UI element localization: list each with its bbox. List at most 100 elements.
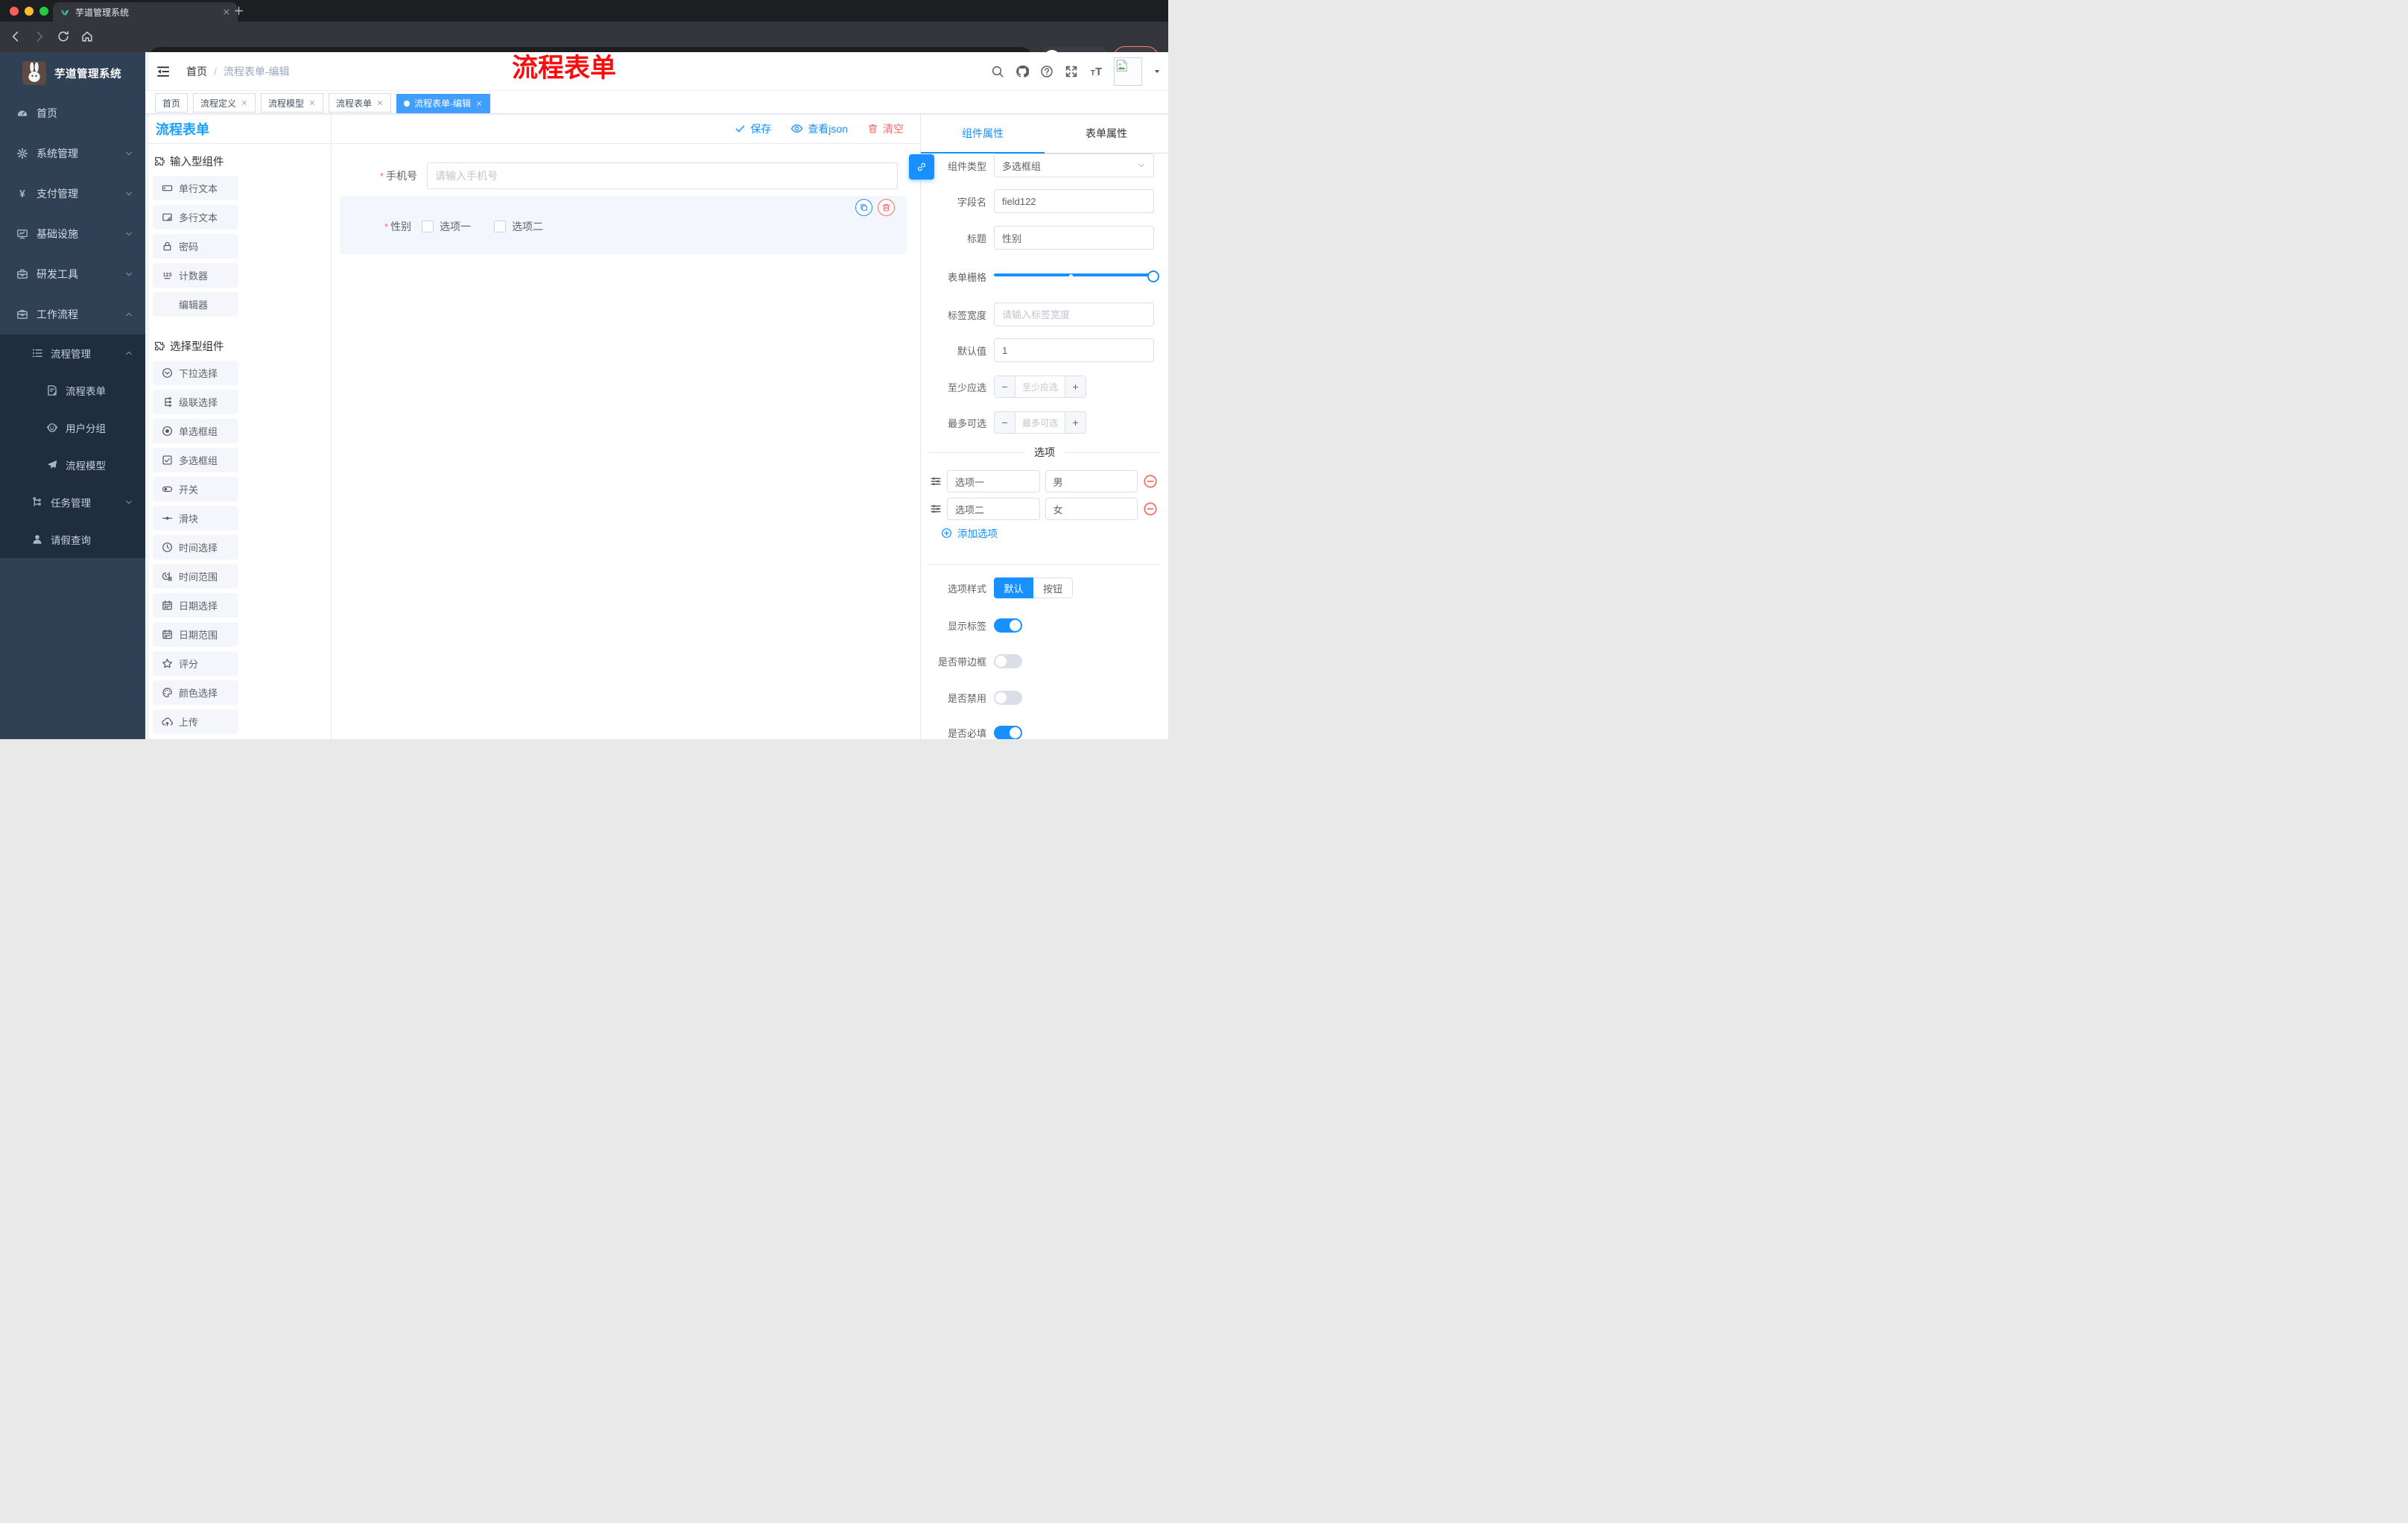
remove-option-button[interactable] xyxy=(1143,501,1158,516)
tag-首页[interactable]: 首页 xyxy=(155,93,188,113)
gender-option1-label[interactable]: 选项一 xyxy=(440,219,471,234)
delete-component-button[interactable] xyxy=(878,199,895,216)
style-default-button[interactable]: 默认 xyxy=(994,577,1033,598)
tab-form-props[interactable]: 表单属性 xyxy=(1045,114,1168,153)
drag-handle-icon[interactable] xyxy=(930,475,942,487)
minimize-window-button[interactable] xyxy=(25,6,34,16)
drag-handle-icon[interactable] xyxy=(930,503,942,515)
home-button[interactable] xyxy=(80,30,94,43)
selected-component[interactable]: * 性别 选项一 选项二 xyxy=(340,196,907,254)
tag-close-icon[interactable] xyxy=(475,100,483,107)
option-value-input[interactable] xyxy=(1045,470,1138,493)
stepper-plus-button[interactable]: + xyxy=(1065,376,1086,397)
gender-option1-checkbox[interactable] xyxy=(422,221,434,232)
remove-option-button[interactable] xyxy=(1143,474,1158,489)
palette-item-级联选择[interactable]: 级联选择 xyxy=(153,390,238,414)
sidebar-subitem-流程表单[interactable]: 流程表单 xyxy=(0,372,145,409)
tag-流程定义[interactable]: 流程定义 xyxy=(193,93,256,113)
font-size-icon[interactable]: TT xyxy=(1089,65,1103,78)
reload-button[interactable] xyxy=(57,30,70,43)
copy-component-button[interactable] xyxy=(855,199,872,216)
palette-item-日期选择[interactable]: 日期选择 xyxy=(153,593,238,618)
tab-component-props[interactable]: 组件属性 xyxy=(921,114,1045,153)
palette-item-单行文本[interactable]: 单行文本 xyxy=(153,176,238,200)
tag-流程表单-编辑[interactable]: 流程表单-编辑 xyxy=(396,93,491,113)
user-menu-caret-icon[interactable] xyxy=(1153,68,1161,75)
slider-track[interactable] xyxy=(994,273,1154,276)
stepper-minus-button[interactable]: − xyxy=(995,412,1016,433)
toggle-switch-on[interactable] xyxy=(994,618,1022,633)
content-scrollbar-gutter[interactable] xyxy=(145,52,149,739)
toggle-switch-off[interactable] xyxy=(994,653,1022,668)
palette-item-时间选择[interactable]: 时间选择 xyxy=(153,535,238,560)
breadcrumb-home[interactable]: 首页 xyxy=(186,64,207,79)
tab-close-icon[interactable] xyxy=(222,7,231,16)
gender-option2-label[interactable]: 选项二 xyxy=(512,219,543,234)
tag-close-icon[interactable] xyxy=(376,99,384,107)
stepper-plus-button[interactable]: + xyxy=(1065,412,1086,433)
sidebar-collapse-button[interactable] xyxy=(156,64,171,79)
grid-slider[interactable] xyxy=(994,263,1159,290)
palette-item-日期范围[interactable]: 日期范围 xyxy=(153,622,238,647)
gender-option2-checkbox[interactable] xyxy=(494,221,507,232)
sidebar-item-系统管理[interactable]: 系统管理 xyxy=(0,133,145,174)
title-input[interactable] xyxy=(994,226,1154,250)
palette-item-计数器[interactable]: 123 计数器 xyxy=(153,263,238,288)
style-button-button[interactable]: 按钮 xyxy=(1033,577,1073,598)
sidebar-subitem-任务管理[interactable]: 任务管理 xyxy=(0,484,145,521)
max-select-stepper[interactable]: − 最多可选 + xyxy=(994,411,1086,434)
palette-item-下拉选择[interactable]: 下拉选择 xyxy=(153,361,238,385)
sidebar-item-支付管理[interactable]: ¥ 支付管理 xyxy=(0,174,145,214)
palette-item-时间范围[interactable]: 时间范围 xyxy=(153,564,238,589)
min-select-stepper[interactable]: − 至少应选 + xyxy=(994,376,1086,398)
browser-tab[interactable]: 芋道管理系统 xyxy=(53,2,238,22)
close-window-button[interactable] xyxy=(10,6,19,16)
sidebar-subitem-流程模型[interactable]: 流程模型 xyxy=(0,446,145,484)
component-type-select[interactable]: 多选框组 xyxy=(994,153,1154,177)
app-logo[interactable]: 芋道管理系统 xyxy=(0,52,145,93)
clear-button[interactable]: 清空 xyxy=(867,121,904,136)
add-option-button[interactable]: 添加选项 xyxy=(941,525,998,540)
field-name-input[interactable] xyxy=(994,189,1154,213)
sidebar-subitem-用户分组[interactable]: 用户分组 xyxy=(0,409,145,446)
search-icon[interactable] xyxy=(991,65,1004,78)
palette-item-颜色选择[interactable]: 颜色选择 xyxy=(153,680,238,705)
tag-close-icon[interactable] xyxy=(241,99,248,107)
palette-item-多选框组[interactable]: 多选框组 xyxy=(153,448,238,472)
avatar[interactable] xyxy=(1114,57,1142,86)
tag-close-icon[interactable] xyxy=(308,99,316,107)
palette-item-密码[interactable]: 密码 xyxy=(153,234,238,259)
tag-流程模型[interactable]: 流程模型 xyxy=(261,93,324,113)
palette-item-编辑器[interactable]: 编辑器 xyxy=(153,292,238,317)
save-button[interactable]: 保存 xyxy=(735,121,771,136)
sidebar-item-基础设施[interactable]: 基础设施 xyxy=(0,214,145,254)
palette-item-开关[interactable]: 开关 xyxy=(153,477,238,501)
default-value-input[interactable] xyxy=(994,338,1154,362)
stepper-minus-button[interactable]: − xyxy=(995,376,1016,397)
palette-item-评分[interactable]: 评分 xyxy=(153,651,238,676)
slider-handle[interactable] xyxy=(1147,270,1159,282)
label-width-input[interactable] xyxy=(994,303,1154,326)
option-value-input[interactable] xyxy=(1045,498,1138,520)
sidebar-item-工作流程[interactable]: 工作流程 xyxy=(0,294,145,335)
sidebar-item-研发工具[interactable]: 研发工具 xyxy=(0,254,145,294)
new-tab-button[interactable] xyxy=(233,5,244,16)
sidebar-subitem-流程管理[interactable]: 流程管理 xyxy=(0,335,145,372)
view-json-button[interactable]: 查看json xyxy=(790,121,848,136)
github-icon[interactable] xyxy=(1016,65,1029,78)
palette-item-多行文本[interactable]: 多行文本 xyxy=(153,205,238,229)
toggle-switch-off[interactable] xyxy=(994,690,1022,705)
fullscreen-icon[interactable] xyxy=(1065,65,1078,78)
palette-item-上传[interactable]: 上传 xyxy=(153,709,238,734)
option-name-input[interactable] xyxy=(947,470,1040,493)
toggle-switch-on[interactable] xyxy=(994,725,1022,739)
back-button[interactable] xyxy=(9,30,22,43)
forward-button[interactable] xyxy=(33,30,46,43)
option-name-input[interactable] xyxy=(947,498,1040,520)
palette-item-单选框组[interactable]: 单选框组 xyxy=(153,419,238,443)
zoom-window-button[interactable] xyxy=(39,6,48,16)
tag-流程表单[interactable]: 流程表单 xyxy=(329,93,392,113)
phone-input[interactable] xyxy=(427,162,898,189)
sidebar-subitem-请假查询[interactable]: 请假查询 xyxy=(0,521,145,558)
palette-item-滑块[interactable]: 滑块 xyxy=(153,506,238,531)
